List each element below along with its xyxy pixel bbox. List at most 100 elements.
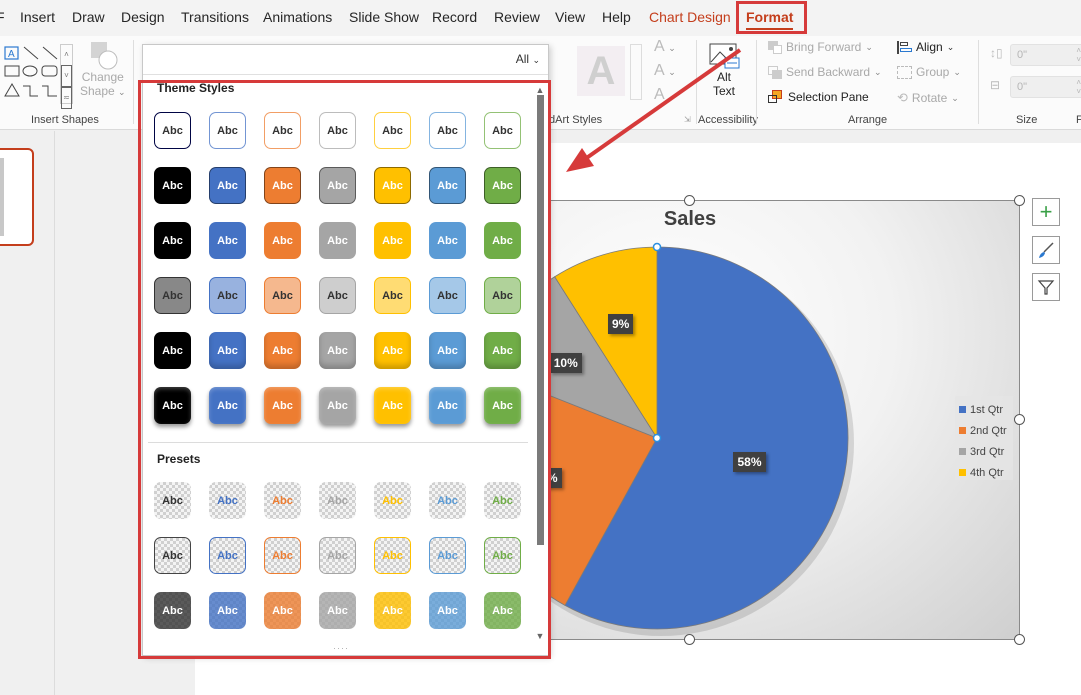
style-swatch[interactable]: Abc — [264, 277, 301, 314]
style-swatch[interactable]: Abc — [374, 537, 411, 574]
style-swatch[interactable]: Abc — [484, 277, 521, 314]
style-swatch[interactable]: Abc — [154, 112, 191, 149]
style-swatch[interactable]: Abc — [154, 332, 191, 369]
chart-elements-button[interactable]: + — [1032, 198, 1060, 226]
style-swatch[interactable]: Abc — [209, 537, 246, 574]
style-swatch[interactable]: Abc — [374, 387, 411, 424]
style-swatch[interactable]: Abc — [154, 592, 191, 629]
style-swatch[interactable]: Abc — [319, 332, 356, 369]
chart-filters-button[interactable] — [1032, 273, 1060, 301]
style-swatch[interactable]: Abc — [319, 387, 356, 424]
resize-handle-right[interactable] — [1014, 414, 1025, 425]
divider — [148, 442, 528, 443]
brush-icon — [1039, 242, 1054, 258]
scroll-thumb[interactable] — [537, 95, 544, 545]
style-swatch[interactable]: Abc — [429, 592, 466, 629]
style-swatch[interactable]: Abc — [484, 387, 521, 424]
data-label[interactable]: 58% — [733, 451, 766, 472]
legend-item: 2nd Qtr — [959, 420, 1009, 441]
style-swatch[interactable]: Abc — [429, 222, 466, 259]
style-swatch[interactable]: Abc — [374, 482, 411, 519]
legend-swatch — [959, 469, 966, 476]
style-swatch[interactable]: Abc — [484, 222, 521, 259]
style-swatch[interactable]: Abc — [374, 112, 411, 149]
style-swatch[interactable]: Abc — [319, 482, 356, 519]
theme-styles-heading: Theme Styles — [157, 81, 235, 95]
style-swatch[interactable]: Abc — [209, 112, 246, 149]
style-swatch[interactable]: Abc — [429, 332, 466, 369]
style-swatch[interactable]: Abc — [264, 167, 301, 204]
style-swatch[interactable]: Abc — [484, 112, 521, 149]
style-swatch[interactable]: Abc — [484, 537, 521, 574]
style-swatch[interactable]: Abc — [484, 167, 521, 204]
style-swatch[interactable]: Abc — [154, 537, 191, 574]
style-swatch[interactable]: Abc — [264, 387, 301, 424]
style-swatch[interactable]: Abc — [374, 167, 411, 204]
style-swatch[interactable]: Abc — [429, 167, 466, 204]
series-point-handle[interactable] — [652, 433, 662, 443]
style-filter-dropdown[interactable]: All ⌄ — [516, 52, 540, 66]
style-swatch[interactable]: Abc — [209, 277, 246, 314]
style-swatch[interactable]: Abc — [154, 387, 191, 424]
style-swatch[interactable]: Abc — [154, 222, 191, 259]
style-swatch[interactable]: Abc — [374, 222, 411, 259]
style-swatch[interactable]: Abc — [319, 222, 356, 259]
style-swatch[interactable]: Abc — [209, 332, 246, 369]
style-swatch[interactable]: Abc — [429, 277, 466, 314]
style-swatch[interactable]: Abc — [319, 277, 356, 314]
style-swatch[interactable]: Abc — [429, 387, 466, 424]
style-swatch[interactable]: Abc — [374, 332, 411, 369]
scroll-up-icon[interactable]: ▲ — [535, 85, 545, 95]
style-swatch[interactable]: Abc — [484, 482, 521, 519]
style-swatch[interactable]: Abc — [264, 332, 301, 369]
style-swatch[interactable]: Abc — [154, 167, 191, 204]
chart-title[interactable]: Sales — [640, 208, 740, 231]
style-swatch[interactable]: Abc — [429, 482, 466, 519]
style-swatch[interactable]: Abc — [319, 112, 356, 149]
plus-icon: + — [1039, 199, 1053, 224]
data-label[interactable]: 10% — [549, 352, 582, 373]
legend-item: 1st Qtr — [959, 399, 1009, 420]
presets-heading: Presets — [157, 452, 201, 466]
style-swatch[interactable]: Abc — [484, 592, 521, 629]
style-swatch[interactable]: Abc — [264, 222, 301, 259]
style-swatch[interactable]: Abc — [319, 592, 356, 629]
style-swatch[interactable]: Abc — [264, 592, 301, 629]
shape-styles-gallery: All ⌄ Theme Styles Presets Abc Abc Abc Abc A… — [142, 44, 549, 656]
filter-icon — [1037, 280, 1055, 295]
style-swatch[interactable]: Abc — [154, 277, 191, 314]
style-swatch[interactable]: Abc — [374, 592, 411, 629]
style-swatch[interactable]: Abc — [319, 537, 356, 574]
style-swatch[interactable]: Abc — [209, 167, 246, 204]
series-point-handle[interactable] — [652, 242, 662, 252]
resize-grip[interactable]: ···· — [333, 643, 349, 653]
chart-styles-button[interactable] — [1032, 236, 1060, 264]
legend-item: 4th Qtr — [959, 462, 1009, 483]
style-swatch[interactable]: Abc — [374, 277, 411, 314]
resize-handle-top[interactable] — [684, 195, 695, 206]
gallery-scrollbar[interactable]: ▲ ▼ — [535, 85, 545, 645]
style-swatch[interactable]: Abc — [209, 592, 246, 629]
style-swatch[interactable]: Abc — [264, 537, 301, 574]
data-label[interactable]: 9% — [607, 314, 634, 335]
legend-swatch — [959, 448, 966, 455]
style-swatch[interactable]: Abc — [264, 482, 301, 519]
style-swatch[interactable]: Abc — [319, 167, 356, 204]
resize-handle-top-right[interactable] — [1014, 195, 1025, 206]
legend-swatch — [959, 406, 966, 413]
style-swatch[interactable]: Abc — [264, 112, 301, 149]
style-swatch[interactable]: Abc — [429, 537, 466, 574]
style-swatch[interactable]: Abc — [429, 112, 466, 149]
scroll-down-icon[interactable]: ▼ — [535, 631, 545, 641]
legend-item: 3rd Qtr — [959, 441, 1009, 462]
style-swatch[interactable]: Abc — [209, 222, 246, 259]
resize-handle-bottom[interactable] — [684, 634, 695, 645]
style-swatch[interactable]: Abc — [209, 387, 246, 424]
style-swatch[interactable]: Abc — [154, 482, 191, 519]
style-swatch[interactable]: Abc — [209, 482, 246, 519]
powerpoint-window: F Insert Draw Design Transitions Animati… — [0, 0, 1081, 695]
gallery-header: All ⌄ — [143, 45, 548, 75]
chart-legend[interactable]: 1st Qtr 2nd Qtr 3rd Qtr 4th Qtr — [955, 396, 1013, 480]
style-swatch[interactable]: Abc — [484, 332, 521, 369]
resize-handle-bottom-right[interactable] — [1014, 634, 1025, 645]
